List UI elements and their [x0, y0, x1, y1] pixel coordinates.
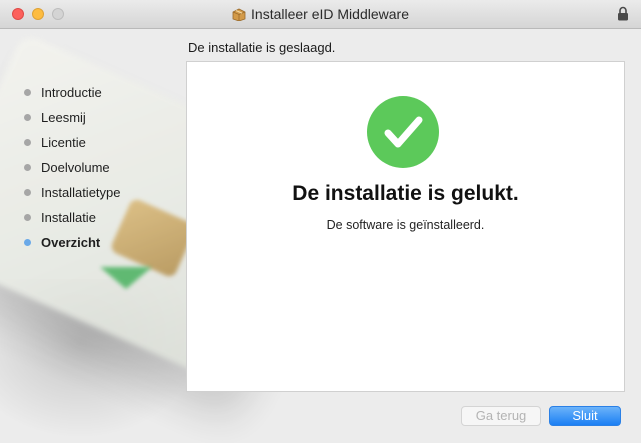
window-title-text: Installeer eID Middleware	[251, 6, 409, 22]
step-leesmij: Leesmij	[24, 108, 121, 133]
step-licentie: Licentie	[24, 133, 121, 158]
window-title: Installeer eID Middleware	[0, 6, 641, 22]
close-button[interactable]: Sluit	[549, 406, 621, 426]
step-bullet-icon	[24, 164, 31, 171]
success-subtitle: De software is geïnstalleerd.	[326, 218, 485, 232]
installer-steps-sidebar: Introductie Leesmij Licentie Doelvolume …	[24, 83, 121, 258]
checkmark-icon	[367, 96, 439, 168]
lock-icon	[618, 6, 628, 21]
step-bullet-icon	[24, 214, 31, 221]
success-title: De installatie is gelukt.	[292, 182, 519, 205]
step-installatietype: Installatietype	[24, 183, 121, 208]
page-heading: De installatie is geslaagd.	[188, 40, 336, 55]
title-bar[interactable]: Installeer eID Middleware	[0, 0, 641, 29]
step-doelvolume: Doelvolume	[24, 158, 121, 183]
step-bullet-icon	[24, 114, 31, 121]
step-bullet-icon	[24, 189, 31, 196]
content-panel: De installatie is gelukt. De software is…	[186, 61, 625, 392]
step-bullet-icon	[24, 89, 31, 96]
step-bullet-icon	[24, 139, 31, 146]
step-overzicht: Overzicht	[24, 233, 121, 258]
step-installatie: Installatie	[24, 208, 121, 233]
step-introductie: Introductie	[24, 83, 121, 108]
back-button[interactable]: Ga terug	[461, 406, 541, 426]
package-icon	[232, 8, 246, 21]
step-bullet-active-icon	[24, 239, 31, 246]
installer-window: Installeer eID Middleware Introductie Le…	[0, 0, 641, 443]
